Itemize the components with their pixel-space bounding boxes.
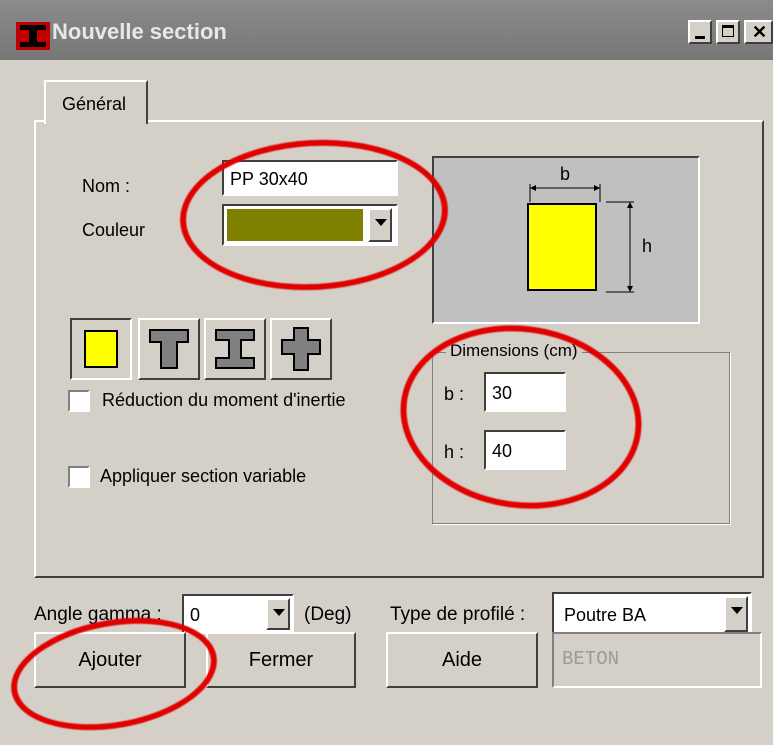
shape-cross-button[interactable] [270,318,332,380]
tab-general-label: Général [62,94,127,114]
couleur-dropdown-button[interactable] [368,208,392,242]
minimize-button[interactable] [688,20,712,44]
preview-b-label: b [560,164,570,184]
title-bar[interactable]: Nouvelle section ✕ [0,0,773,60]
dimensions-title: Dimensions (cm) [446,341,582,361]
close-icon: ✕ [752,22,768,42]
nom-input[interactable]: PP 30x40 [222,160,398,196]
maximize-icon [722,25,734,37]
section-i-beam-icon [16,22,50,50]
shape-t-button[interactable] [138,318,200,380]
angle-dropdown-button[interactable] [266,598,290,630]
type-profile-label: Type de profilé : [390,604,526,625]
dim-b-label: b : [444,384,465,404]
dim-b-input[interactable]: 30 [484,372,566,412]
t-section-icon [149,329,189,369]
nom-label: Nom : [82,176,131,196]
section-diagram: b h [527,164,652,293]
shape-rectangle-button[interactable] [70,318,132,380]
section-preview: b h [432,156,700,324]
dimensions-group [432,352,730,524]
window-title: Nouvelle section [52,19,227,44]
variable-section-checkbox[interactable] [68,466,90,488]
couleur-swatch [227,209,363,241]
shape-i-button[interactable] [204,318,266,380]
preview-h-label: h [642,236,652,256]
close-button[interactable]: ✕ [744,20,773,44]
i-section-icon [215,329,255,369]
variable-section-label: Appliquer section variable [100,466,307,486]
rectangle-section-icon [84,330,118,368]
aide-button[interactable]: Aide [386,632,538,688]
angle-label: Angle gamma : [34,604,162,625]
type-profile-dropdown-button[interactable] [724,596,748,632]
dim-h-input[interactable]: 40 [484,430,566,470]
cross-section-icon [281,327,321,371]
ajouter-button[interactable]: Ajouter [34,632,186,688]
dim-h-label: h : [444,442,465,462]
material-field: BETON [552,632,762,688]
type-profile-select[interactable]: Poutre BA [552,592,752,636]
minimize-icon [695,36,705,39]
reduction-label: Réduction du moment d'inertie [102,390,346,410]
dialog-window: Nouvelle section ✕ Général Nom : PP 30x4… [0,0,773,745]
angle-unit: (Deg) [304,604,352,625]
couleur-label: Couleur [82,220,146,240]
maximize-button[interactable] [716,20,740,44]
fermer-button[interactable]: Fermer [206,632,356,688]
tab-general[interactable]: Général [44,80,148,124]
reduction-checkbox[interactable] [68,390,90,412]
